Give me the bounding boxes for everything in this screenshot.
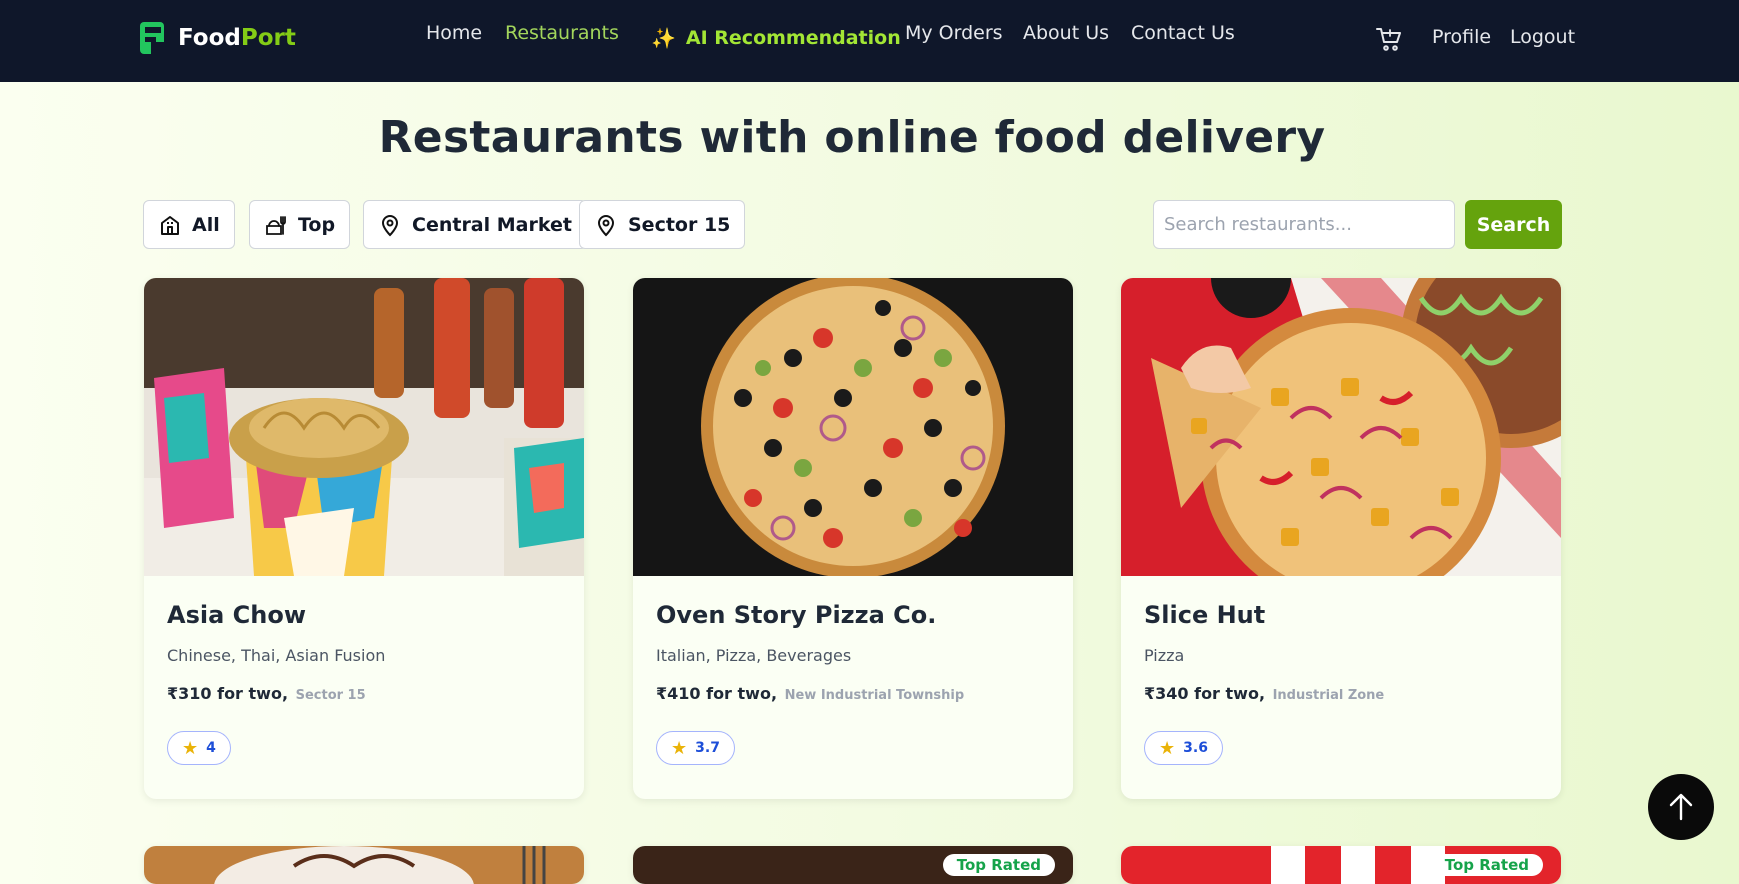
star-icon: ★ xyxy=(671,737,688,759)
rating-badge: ★ 4 xyxy=(167,731,231,765)
restaurant-image-pizza-slice xyxy=(1121,278,1561,576)
search-input[interactable] xyxy=(1153,200,1455,249)
restaurant-card[interactable]: Oven Story Pizza Co. Italian, Pizza, Bev… xyxy=(633,278,1073,799)
nav-about-us[interactable]: About Us xyxy=(1023,22,1109,44)
nav-ai-recommendation[interactable]: ✨ AI Recommendation xyxy=(651,26,901,50)
nav-home[interactable]: Home xyxy=(426,22,482,44)
star-icon: ★ xyxy=(182,737,199,759)
nav-my-orders[interactable]: My Orders xyxy=(905,22,1003,44)
restaurant-cuisine: Italian, Pizza, Beverages xyxy=(656,646,852,665)
restaurant-name[interactable]: Oven Story Pizza Co. xyxy=(656,601,936,629)
rating-badge: ★ 3.6 xyxy=(1144,731,1223,765)
rating-value: 3.7 xyxy=(695,740,720,756)
restaurant-card[interactable]: Slice Hut Pizza ₹340 for two, Industrial… xyxy=(1121,278,1561,799)
logo-food: Food xyxy=(178,25,241,51)
filter-top-button[interactable]: Top xyxy=(249,200,351,249)
restaurant-card[interactable]: Asia Chow Chinese, Thai, Asian Fusion ₹3… xyxy=(144,278,584,799)
restaurant-name[interactable]: Slice Hut xyxy=(1144,601,1265,629)
logo[interactable]: FoodPort xyxy=(140,22,296,54)
nav-profile[interactable]: Profile xyxy=(1432,26,1491,48)
price-text: ₹410 for two, xyxy=(656,684,778,703)
restaurant-name[interactable]: Asia Chow xyxy=(167,601,306,629)
page-title: Restaurants with online food delivery xyxy=(378,112,1326,163)
logo-text: FoodPort xyxy=(178,25,296,51)
restaurant-cuisine: Pizza xyxy=(1144,646,1185,665)
price-text: ₹340 for two, xyxy=(1144,684,1266,703)
location-pin-icon xyxy=(597,214,615,236)
nav-logout[interactable]: Logout xyxy=(1510,26,1575,48)
search-button[interactable]: Search xyxy=(1465,200,1562,249)
restaurant-price: ₹410 for two, New Industrial Township xyxy=(656,684,964,703)
filter-sector-15-label: Sector 15 xyxy=(628,213,731,236)
nav-contact-us[interactable]: Contact Us xyxy=(1131,22,1235,44)
scroll-to-top-button[interactable] xyxy=(1648,774,1714,840)
restaurant-price: ₹340 for two, Industrial Zone xyxy=(1144,684,1384,703)
rating-badge: ★ 3.7 xyxy=(656,731,735,765)
food-tray-icon xyxy=(266,215,286,235)
nav-restaurants[interactable]: Restaurants xyxy=(505,22,619,44)
filter-top-label: Top xyxy=(298,213,336,236)
rating-value: 4 xyxy=(206,740,216,756)
navbar: FoodPort Home Restaurants ✨ AI Recommend… xyxy=(0,0,1739,82)
restaurant-image-dessert xyxy=(144,846,584,884)
filter-central-market-button[interactable]: Central Market xyxy=(363,200,587,249)
price-text: ₹310 for two, xyxy=(167,684,289,703)
star-icon: ★ xyxy=(1159,737,1176,759)
logo-f-icon xyxy=(140,22,164,54)
restaurant-image-pizza xyxy=(633,278,1073,576)
top-rated-badge: Top Rated xyxy=(1430,854,1543,876)
filter-all-button[interactable]: All xyxy=(143,200,235,249)
restaurant-image-noodles xyxy=(144,278,584,576)
filter-central-market-label: Central Market xyxy=(412,213,572,236)
restaurant-card[interactable]: Top Rated xyxy=(1121,846,1561,884)
arrow-up-icon xyxy=(1669,793,1693,821)
top-rated-badge: Top Rated xyxy=(942,854,1055,876)
restaurant-card[interactable]: Top Rated xyxy=(633,846,1073,884)
restaurant-location: Industrial Zone xyxy=(1272,688,1385,703)
restaurant-card[interactable] xyxy=(144,846,584,884)
filter-sector-15-button[interactable]: Sector 15 xyxy=(579,200,746,249)
ai-recommendation-label: AI Recommendation xyxy=(685,27,901,49)
location-pin-icon xyxy=(381,214,399,236)
restaurant-price: ₹310 for two, Sector 15 xyxy=(167,684,366,703)
rating-value: 3.6 xyxy=(1183,740,1208,756)
cart-icon[interactable] xyxy=(1376,26,1402,52)
restaurant-cuisine: Chinese, Thai, Asian Fusion xyxy=(167,646,386,665)
restaurant-location: New Industrial Township xyxy=(784,688,965,703)
filter-all-label: All xyxy=(192,213,220,236)
sparkles-icon: ✨ xyxy=(651,26,676,50)
home-icon xyxy=(161,215,179,235)
restaurant-location: Sector 15 xyxy=(295,688,366,703)
logo-port: Port xyxy=(240,25,296,51)
